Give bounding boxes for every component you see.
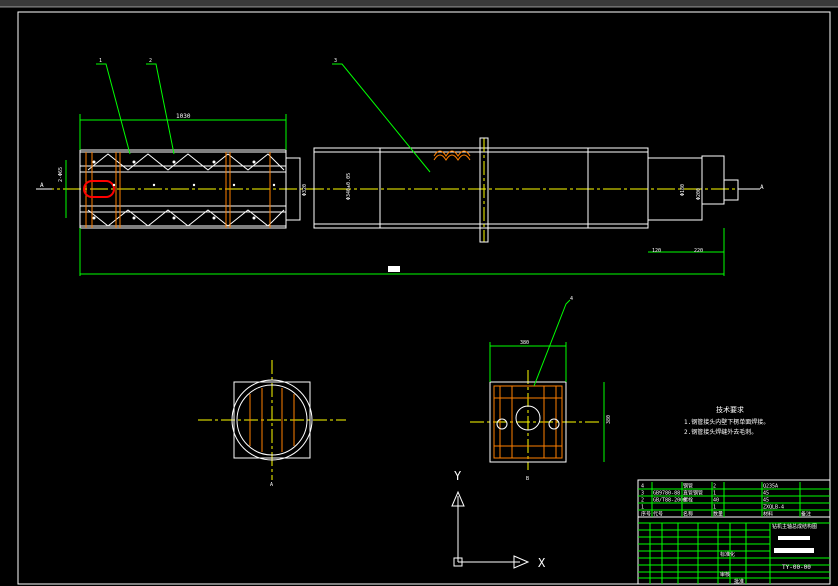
bom-header-qty: 数量 — [713, 511, 723, 518]
drawing-title: 钻机主轴总成结构图 — [772, 523, 817, 530]
technical-requirements: 技术要求 1.钢管接头内壁下楞单面焊接。 2.钢管接头焊缝外去毛刺。 — [684, 405, 769, 436]
drawing-number: TY-00-00 — [782, 564, 811, 571]
dim-section-h: 380 — [606, 415, 612, 424]
ucs-icon[interactable]: Y X — [451, 469, 546, 570]
bom-cell-name: 螺栓 — [683, 497, 693, 504]
dim-right-b: 220 — [694, 248, 703, 254]
dim-d-right1: Φ180 — [680, 184, 686, 196]
bom-cell-material: ZXQLB-4 — [763, 505, 784, 511]
bom-cell-no: 2 — [641, 498, 644, 504]
right-step-2 — [701, 155, 725, 205]
bom-cell-no: 4 — [641, 484, 644, 490]
bom-cell-qty: 40 — [713, 498, 719, 504]
right-tip — [723, 179, 739, 201]
bom-header-no: 序号 — [641, 511, 651, 518]
dim-overall-top: 1030 — [176, 113, 191, 120]
title-block-filled-cell — [778, 536, 810, 540]
section-view-a: A — [198, 360, 346, 488]
main-elevation-view: A A 1030 2-Φ65 Φ320 Φ340±0.05 Φ180 Φ200 … — [36, 58, 764, 276]
overall-length-label — [388, 266, 400, 272]
dim-d-main: Φ320 — [302, 184, 308, 196]
tech-notes-title: 技术要求 — [716, 405, 744, 414]
section-b-hole-right — [548, 418, 560, 430]
balloon-4: 4 — [570, 296, 573, 302]
bom-table: 4 钢管 2 Q235A 3 GB9780-88 直管钢管 1 45 2 GB/T88-2000螺栓… — [638, 482, 830, 518]
bom-header-material: 材料 — [763, 511, 773, 518]
section-b-label: B — [526, 476, 529, 482]
cad-drawing-canvas[interactable]: A A 1030 2-Φ65 Φ320 Φ340±0.05 Φ180 Φ200 … — [0, 0, 838, 586]
bom-cell-name: 钢管 — [683, 483, 693, 490]
bom-header-name: 名称 — [683, 511, 693, 518]
bom-cell-no: 1 — [641, 505, 644, 511]
bom-cell-qty: 2 — [713, 484, 716, 490]
dim-left-v: 2-Φ65 — [58, 167, 64, 182]
tech-note-1: 1.钢管接头内壁下楞单面焊接。 — [684, 418, 769, 426]
tech-note-2: 2.钢管接头焊缝外去毛刺。 — [684, 428, 757, 436]
bom-cell-qty: 1 — [713, 491, 716, 497]
bom-cell-name: 直管钢管 — [683, 490, 703, 497]
balloon-1: 1 — [99, 58, 102, 64]
section-label-left: A — [40, 182, 44, 189]
dim-d-body: Φ340±0.05 — [346, 173, 352, 200]
ucs-x-label: X — [538, 556, 546, 570]
balloon-2: 2 — [149, 58, 152, 64]
dim-d-right2: Φ200 — [696, 188, 702, 200]
bom-cell-qty: 1 — [713, 505, 716, 511]
section-view-b: 380 380 4 B — [470, 296, 612, 482]
bom-cell-code: GB/T88-2000 — [653, 498, 686, 504]
bom-cell-material: Q235A — [763, 484, 778, 490]
title-block: 4 钢管 2 Q235A 3 GB9780-88 直管钢管 1 45 2 GB/T88-2000螺栓… — [637, 479, 831, 585]
bom-cell-material: 45 — [763, 498, 769, 504]
label-design: 标准化 — [720, 551, 735, 558]
bom-header-remark: 备注 — [801, 511, 811, 518]
title-block-filled-cell — [774, 548, 814, 553]
bom-cell-code: GB9780-88 — [653, 491, 680, 497]
drawing-frame — [17, 11, 831, 585]
leader-4 — [533, 299, 571, 387]
shaft-body — [313, 147, 649, 229]
bom-cell-material: 45 — [763, 491, 769, 497]
label-approve: 批准 — [734, 578, 744, 585]
ucs-y-label: Y — [454, 469, 462, 483]
section-a-label: A — [270, 482, 273, 488]
section-b-hole-left — [496, 418, 508, 430]
balloon-3: 3 — [334, 58, 337, 64]
dim-right-a: 120 — [652, 248, 661, 254]
dim-section-w: 380 — [520, 340, 529, 346]
section-label-right: A — [760, 184, 764, 191]
label-check: 审核 — [720, 571, 730, 578]
bom-cell-no: 3 — [641, 491, 644, 497]
bom-header-code: 代号 — [653, 511, 663, 518]
